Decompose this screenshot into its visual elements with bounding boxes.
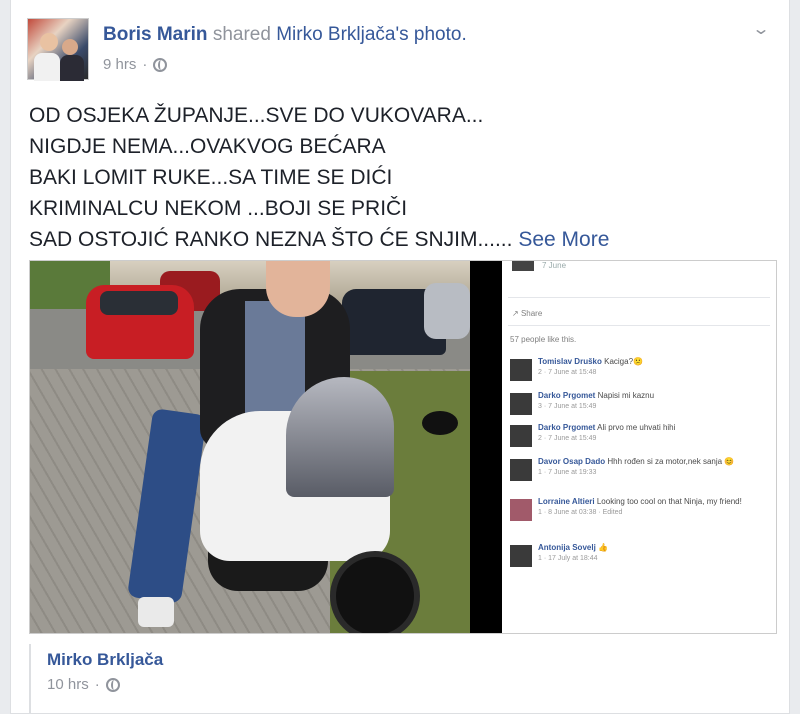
post-timestamp[interactable]: 9 hrs [103, 56, 136, 73]
post-line-text: SAD OSTOJIĆ RANKO NEZNA ŠTO ĆE SNJIM....… [29, 228, 513, 251]
post-line: BAKI LOMIT RUKE...SA TIME SE DIĆI [29, 166, 393, 189]
comment-item: Darko Prgomet Napisi mi kaznu 3 · 7 June … [510, 391, 772, 425]
post-line: KRIMINALCU NEKOM ...BOJI SE PRIČI [29, 197, 408, 220]
comment-item: Tomislav Druško Kaciga?😕 2 · 7 June at 15… [510, 357, 772, 391]
comment-item: Davor Osap Dado Hhh rođen si za motor,ne… [510, 457, 772, 491]
original-photo-link[interactable]: Mirko Brkljača's photo. [276, 24, 467, 45]
shared-from-timestamp[interactable]: 10 hrs [47, 676, 89, 693]
divider [508, 297, 770, 298]
shared-photo[interactable]: 7 June ↗ Share 57 people like this. Tomi… [29, 260, 777, 634]
globe-icon[interactable] [153, 57, 168, 72]
globe-icon[interactable] [105, 677, 120, 692]
comment-thumbnail [512, 261, 534, 271]
author-name-link[interactable]: Boris Marin [103, 24, 208, 45]
commenter-avatar [510, 499, 532, 521]
chevron-down-icon[interactable]: ⌄ [744, 18, 778, 42]
post-attribution: Boris Marin shared Mirko Brkljača's phot… [103, 24, 467, 46]
post-line: SAD OSTOJIĆ RANKO NEZNA ŠTO ĆE SNJIM....… [29, 224, 769, 255]
author-avatar[interactable] [27, 18, 89, 81]
shared-quote-bar [29, 644, 31, 714]
meta-separator: · [94, 676, 100, 693]
post-line: NIGDJE NEMA...OVAKVOG BEĆARA [29, 135, 386, 158]
divider [508, 325, 770, 326]
photo-scene [30, 261, 470, 633]
comments-top-time: 7 June [542, 261, 567, 270]
share-action-text: shared [212, 24, 271, 45]
comment-item: Darko Prgomet Ali prvo me uhvati hihi 2 ·… [510, 423, 772, 457]
likes-count: 57 people like this. [510, 335, 577, 344]
commenter-avatar [510, 393, 532, 415]
comment-item: Lorraine Altieri Looking too cool on tha… [510, 497, 772, 531]
post-card: Boris Marin shared Mirko Brkljača's phot… [10, 0, 790, 714]
commenter-avatar [510, 425, 532, 447]
comment-item: Antonija Sovelj 👍 1 · 17 July at 18:44 [510, 543, 772, 577]
post-line: OD OSJEKA ŽUPANJE...SVE DO VUKOVARA... [29, 104, 484, 127]
post-message: OD OSJEKA ŽUPANJE...SVE DO VUKOVARA... N… [29, 100, 769, 255]
commenter-avatar [510, 459, 532, 481]
post-meta: 9 hrs · [103, 56, 168, 73]
commenter-avatar [510, 359, 532, 381]
shared-from-name-link[interactable]: Mirko Brkljača [47, 650, 163, 670]
commenter-avatar [510, 545, 532, 567]
share-label: ↗ Share [512, 309, 543, 318]
shared-from-meta: 10 hrs · [47, 676, 120, 693]
photo-comments-panel: 7 June ↗ Share 57 people like this. Tomi… [502, 261, 776, 633]
see-more-link[interactable]: See More [518, 228, 609, 251]
comments-topbar: 7 June [512, 261, 770, 273]
meta-separator: · [142, 56, 148, 73]
post-header: Boris Marin shared Mirko Brkljača's phot… [27, 14, 773, 84]
